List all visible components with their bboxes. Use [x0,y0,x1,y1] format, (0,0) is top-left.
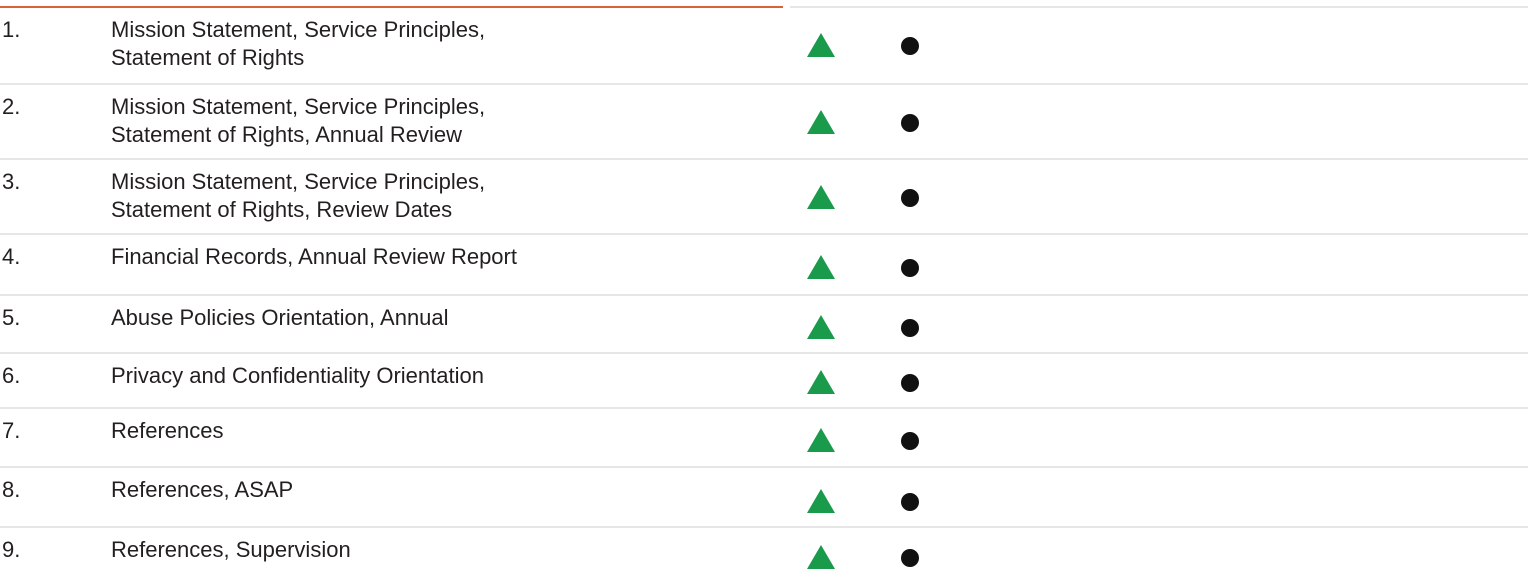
row-description: Privacy and Confidentiality Orientation [111,362,751,390]
description-line: Mission Statement, Service Principles, [111,17,486,42]
description-line: Statement of Rights, Review Dates [111,197,453,222]
row-number: 3. [2,169,21,194]
black-dot-icon [901,37,919,55]
table-row: 8. References, ASAP [0,468,1528,528]
green-triangle-icon [807,110,835,134]
description-line: Privacy and Confidentiality Orientation [111,363,484,388]
row-number: 6. [2,363,21,388]
black-dot-icon [901,319,919,337]
row-description: Mission Statement, Service Principles, S… [111,16,751,72]
description-line: Statement of Rights [111,45,305,70]
description-line: Mission Statement, Service Principles, [111,94,486,119]
row-number: 7. [2,418,21,443]
green-triangle-icon [807,33,835,57]
black-dot-icon [901,432,919,450]
green-triangle-icon [807,489,835,513]
black-dot-icon [901,374,919,392]
table-row: 6. Privacy and Confidentiality Orientati… [0,354,1528,409]
green-triangle-icon [807,545,835,569]
description-line: References, ASAP [111,477,294,502]
green-triangle-icon [807,315,835,339]
row-number: 2. [2,94,21,119]
row-number: 4. [2,244,21,269]
row-description: References, ASAP [111,476,751,504]
description-line: Abuse Policies Orientation, Annual [111,305,449,330]
table-row: 4. Financial Records, Annual Review Repo… [0,235,1528,296]
green-triangle-icon [807,185,835,209]
table-row: 7. References [0,409,1528,468]
black-dot-icon [901,189,919,207]
row-number: 8. [2,477,21,502]
black-dot-icon [901,549,919,567]
description-line: Financial Records, Annual Review Report [111,244,517,269]
black-dot-icon [901,493,919,511]
table-row: 3. Mission Statement, Service Principles… [0,160,1528,235]
row-description: Financial Records, Annual Review Report [111,243,751,271]
description-line: Mission Statement, Service Principles, [111,169,486,194]
row-number: 5. [2,305,21,330]
table-row: 5. Abuse Policies Orientation, Annual [0,296,1528,354]
green-triangle-icon [807,255,835,279]
green-triangle-icon [807,370,835,394]
black-dot-icon [901,259,919,277]
description-line: References, Supervision [111,537,351,562]
row-number: 9. [2,537,21,562]
description-line: References [111,418,224,443]
row-description: References, Supervision [111,536,751,564]
requirements-table: 1. Mission Statement, Service Principles… [0,8,1528,584]
table-row: 9. References, Supervision [0,528,1528,584]
table-row: 2. Mission Statement, Service Principles… [0,85,1528,160]
row-description: Mission Statement, Service Principles, S… [111,168,751,224]
row-description: References [111,417,751,445]
row-description: Abuse Policies Orientation, Annual [111,304,751,332]
table-row: 1. Mission Statement, Service Principles… [0,8,1528,85]
black-dot-icon [901,114,919,132]
row-number: 1. [2,17,21,42]
row-description: Mission Statement, Service Principles, S… [111,93,751,149]
description-line: Statement of Rights, Annual Review [111,122,462,147]
green-triangle-icon [807,428,835,452]
